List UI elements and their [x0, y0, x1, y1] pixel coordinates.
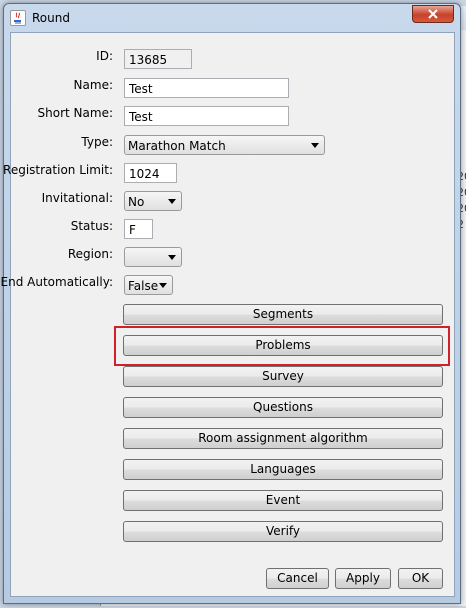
end-automatically-dropdown[interactable]: False: [124, 275, 173, 295]
invitational-label: Invitational:: [41, 191, 113, 205]
end-automatically-label: End Automatically:: [0, 275, 113, 289]
ok-button[interactable]: OK: [398, 568, 443, 589]
type-label: Type:: [81, 135, 113, 149]
java-app-icon: [10, 10, 26, 26]
invitational-value: No: [128, 195, 145, 209]
chevron-down-icon: [159, 283, 167, 288]
round-dialog: Round ID: 13685 Name: Test Short Name: T…: [1, 3, 461, 604]
status-label: Status:: [70, 219, 113, 233]
short-name-input[interactable]: Test: [124, 106, 289, 126]
apply-button[interactable]: Apply: [335, 568, 391, 589]
close-icon: [428, 9, 438, 19]
verify-button[interactable]: Verify: [123, 521, 443, 542]
title-bar[interactable]: Round: [4, 4, 460, 32]
region-label: Region:: [67, 247, 113, 261]
cancel-button[interactable]: Cancel: [266, 568, 329, 589]
status-input[interactable]: F: [124, 219, 153, 239]
registration-limit-input[interactable]: 1024: [124, 163, 177, 183]
problems-highlight-box: [114, 326, 450, 366]
chevron-down-icon: [311, 143, 319, 148]
invitational-dropdown[interactable]: No: [124, 191, 182, 211]
short-name-label: Short Name:: [37, 106, 113, 120]
room-assignment-button[interactable]: Room assignment algorithm: [123, 428, 443, 449]
segments-button[interactable]: Segments: [123, 304, 443, 325]
close-button[interactable]: [412, 5, 454, 23]
event-button[interactable]: Event: [123, 490, 443, 511]
name-label: Name:: [73, 78, 113, 92]
name-input[interactable]: Test: [124, 78, 289, 98]
registration-limit-label: Registration Limit:: [3, 163, 113, 177]
window-title: Round: [32, 11, 70, 25]
id-label: ID:: [96, 49, 113, 63]
questions-button[interactable]: Questions: [123, 397, 443, 418]
end-automatically-value: False: [128, 279, 159, 293]
id-field: 13685: [124, 49, 192, 69]
type-dropdown[interactable]: Marathon Match: [124, 135, 325, 155]
languages-button[interactable]: Languages: [123, 459, 443, 480]
chevron-down-icon: [168, 199, 176, 204]
survey-button[interactable]: Survey: [123, 366, 443, 387]
type-value: Marathon Match: [128, 139, 226, 153]
region-dropdown[interactable]: [124, 247, 182, 267]
dialog-body: ID: 13685 Name: Test Short Name: Test Ty…: [1, 32, 455, 597]
chevron-down-icon: [168, 255, 176, 260]
